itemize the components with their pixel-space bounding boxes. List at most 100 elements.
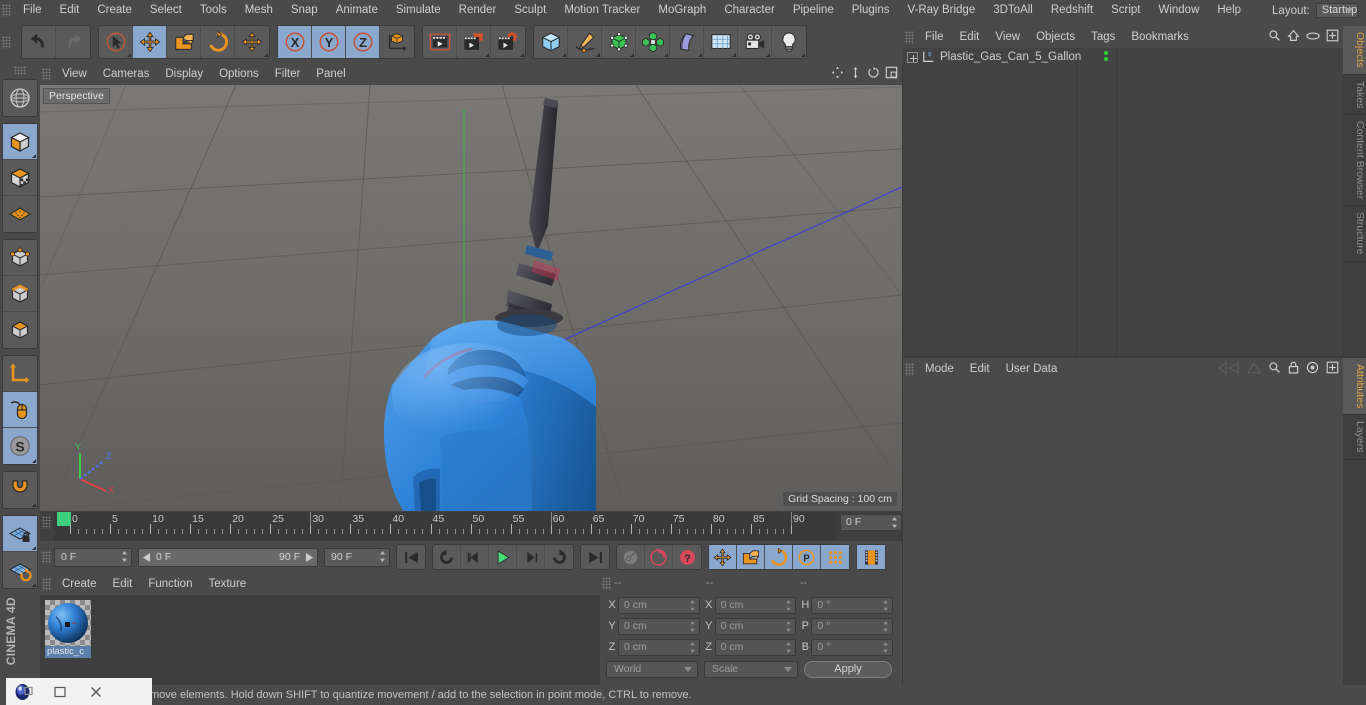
material-menu-edit[interactable]: Edit (105, 573, 141, 595)
menu-item-file[interactable]: File (14, 0, 51, 21)
go-to-end-button[interactable] (581, 545, 609, 569)
spinner-icon[interactable] (689, 641, 696, 653)
right-tab-content-browser[interactable]: Content Browser (1343, 115, 1366, 207)
move-tool[interactable] (133, 26, 167, 58)
step-forward-button[interactable] (517, 545, 545, 569)
add-camera-button[interactable] (738, 26, 772, 58)
record-active-objects-button[interactable] (617, 545, 645, 569)
position-field[interactable]: 0 cm (618, 596, 700, 614)
menu-item-3dtoall[interactable]: 3DToAll (984, 0, 1042, 21)
lock-workplane-button[interactable] (3, 516, 37, 552)
go-to-previous-key-button[interactable] (433, 545, 461, 569)
right-tab-objects[interactable]: Objects (1343, 26, 1366, 75)
object-menu-objects[interactable]: Objects (1028, 26, 1083, 48)
am-add-panel-icon[interactable] (1326, 361, 1339, 374)
expand-object-icon[interactable] (907, 51, 918, 63)
render-settings-button[interactable] (491, 26, 525, 58)
size-field[interactable]: 0 cm (714, 638, 797, 656)
spinner-icon[interactable] (121, 550, 128, 562)
om-add-panel-icon[interactable] (1326, 29, 1339, 42)
viewport-menu-filter[interactable]: Filter (267, 63, 309, 85)
object-menu-edit[interactable]: Edit (952, 26, 988, 48)
position-field[interactable]: 0 cm (618, 617, 700, 635)
menu-item-simulate[interactable]: Simulate (387, 0, 450, 21)
right-tab-takes[interactable]: Takes (1343, 75, 1366, 116)
range-left-arrow-icon[interactable] (143, 552, 152, 562)
menu-item-snap[interactable]: Snap (282, 0, 327, 21)
redo-button[interactable] (56, 26, 90, 58)
material-menu-create[interactable]: Create (54, 573, 105, 595)
timeline-current-frame-field[interactable]: 0 F (840, 514, 902, 531)
spinner-icon[interactable] (379, 550, 386, 562)
menu-item-mograph[interactable]: MoGraph (649, 0, 715, 21)
material-menu-texture[interactable]: Texture (200, 573, 254, 595)
viewport-menu-cameras[interactable]: Cameras (95, 63, 158, 85)
menu-item-window[interactable]: Window (1149, 0, 1208, 21)
restore-window-button[interactable] (42, 678, 78, 705)
spinner-icon[interactable] (785, 641, 792, 653)
viewport-menu-view[interactable]: View (54, 63, 95, 85)
close-window-button[interactable] (78, 678, 114, 705)
planar-workplane-button[interactable] (3, 552, 37, 588)
menu-item-pipeline[interactable]: Pipeline (784, 0, 843, 21)
viewport-rotate-icon[interactable] (867, 66, 880, 79)
toolbar-grip-handle[interactable] (2, 35, 11, 49)
coordinate-system-select[interactable]: World (606, 660, 698, 678)
transport-grip-handle[interactable] (42, 550, 51, 564)
viewport-grip-handle[interactable] (42, 67, 51, 81)
spinner-icon[interactable] (882, 599, 889, 611)
texture-mode-button[interactable] (3, 160, 37, 196)
workplane-mode-button[interactable] (3, 196, 37, 232)
menu-item-redshift[interactable]: Redshift (1042, 0, 1102, 21)
attribute-manager-grip-handle[interactable] (905, 362, 914, 376)
add-deformer-button[interactable] (670, 26, 704, 58)
lock-z-axis[interactable]: Z (346, 26, 380, 58)
c4d-app-icon[interactable] (6, 678, 42, 705)
timeline-ruler[interactable]: 0 5 10 15 20 25 30 35 40 45 50 55 60 65 70 75 80 85 90 (54, 512, 836, 540)
spinner-icon[interactable] (785, 620, 792, 632)
object-manager-body[interactable]: 0 Plastic_Gas_Can_5_Gallon (903, 48, 1343, 356)
model-mode-button[interactable] (3, 124, 37, 160)
menu-item-animate[interactable]: Animate (327, 0, 387, 21)
menu-item-mesh[interactable]: Mesh (236, 0, 282, 21)
spinner-icon[interactable] (882, 641, 889, 653)
am-search-icon[interactable] (1268, 361, 1281, 374)
menu-item-sculpt[interactable]: Sculpt (505, 0, 555, 21)
edge-mode-button[interactable] (3, 276, 37, 312)
apply-button[interactable]: Apply (804, 660, 892, 678)
timeline-filmstrip-button[interactable] (857, 545, 885, 569)
render-view-button[interactable] (423, 26, 457, 58)
viewport-pan-icon[interactable] (831, 66, 844, 79)
timeline-grip-handle[interactable] (42, 516, 51, 529)
menu-item-create[interactable]: Create (88, 0, 141, 21)
spinner-icon[interactable] (689, 620, 696, 632)
left-palette-grip-handle[interactable] (13, 66, 27, 75)
add-nurbs-button[interactable] (602, 26, 636, 58)
timeline-playhead[interactable] (57, 512, 71, 526)
current-frame-field[interactable]: 0 F (54, 547, 132, 567)
add-cube-button[interactable] (534, 26, 568, 58)
om-search-icon[interactable] (1268, 29, 1281, 42)
size-field[interactable]: 0 cm (714, 596, 797, 614)
am-target-icon[interactable] (1306, 361, 1319, 374)
spinner-icon[interactable] (891, 517, 898, 528)
range-right-arrow-icon[interactable] (304, 552, 313, 562)
am-back-icon[interactable] (1218, 361, 1240, 374)
object-menu-file[interactable]: File (917, 26, 952, 48)
size-field[interactable]: 0 cm (714, 617, 797, 635)
rotation-field[interactable]: 0 ° (811, 638, 894, 656)
layout-select[interactable]: Startup (1315, 3, 1359, 18)
menu-item-help[interactable]: Help (1208, 0, 1250, 21)
spinner-icon[interactable] (689, 599, 696, 611)
add-spline-button[interactable] (568, 26, 602, 58)
keyframe-selection-button[interactable]: ? (673, 545, 701, 569)
end-frame-field[interactable]: 90 F (324, 547, 390, 567)
right-tab-structure[interactable]: Structure (1343, 206, 1366, 262)
menu-item-tools[interactable]: Tools (191, 0, 236, 21)
menu-item-edit[interactable]: Edit (51, 0, 89, 21)
add-array-button[interactable] (636, 26, 670, 58)
menu-item-select[interactable]: Select (141, 0, 191, 21)
object-menu-bookmarks[interactable]: Bookmarks (1123, 26, 1197, 48)
add-scene-object-button[interactable] (704, 26, 738, 58)
spinner-icon[interactable] (785, 599, 792, 611)
